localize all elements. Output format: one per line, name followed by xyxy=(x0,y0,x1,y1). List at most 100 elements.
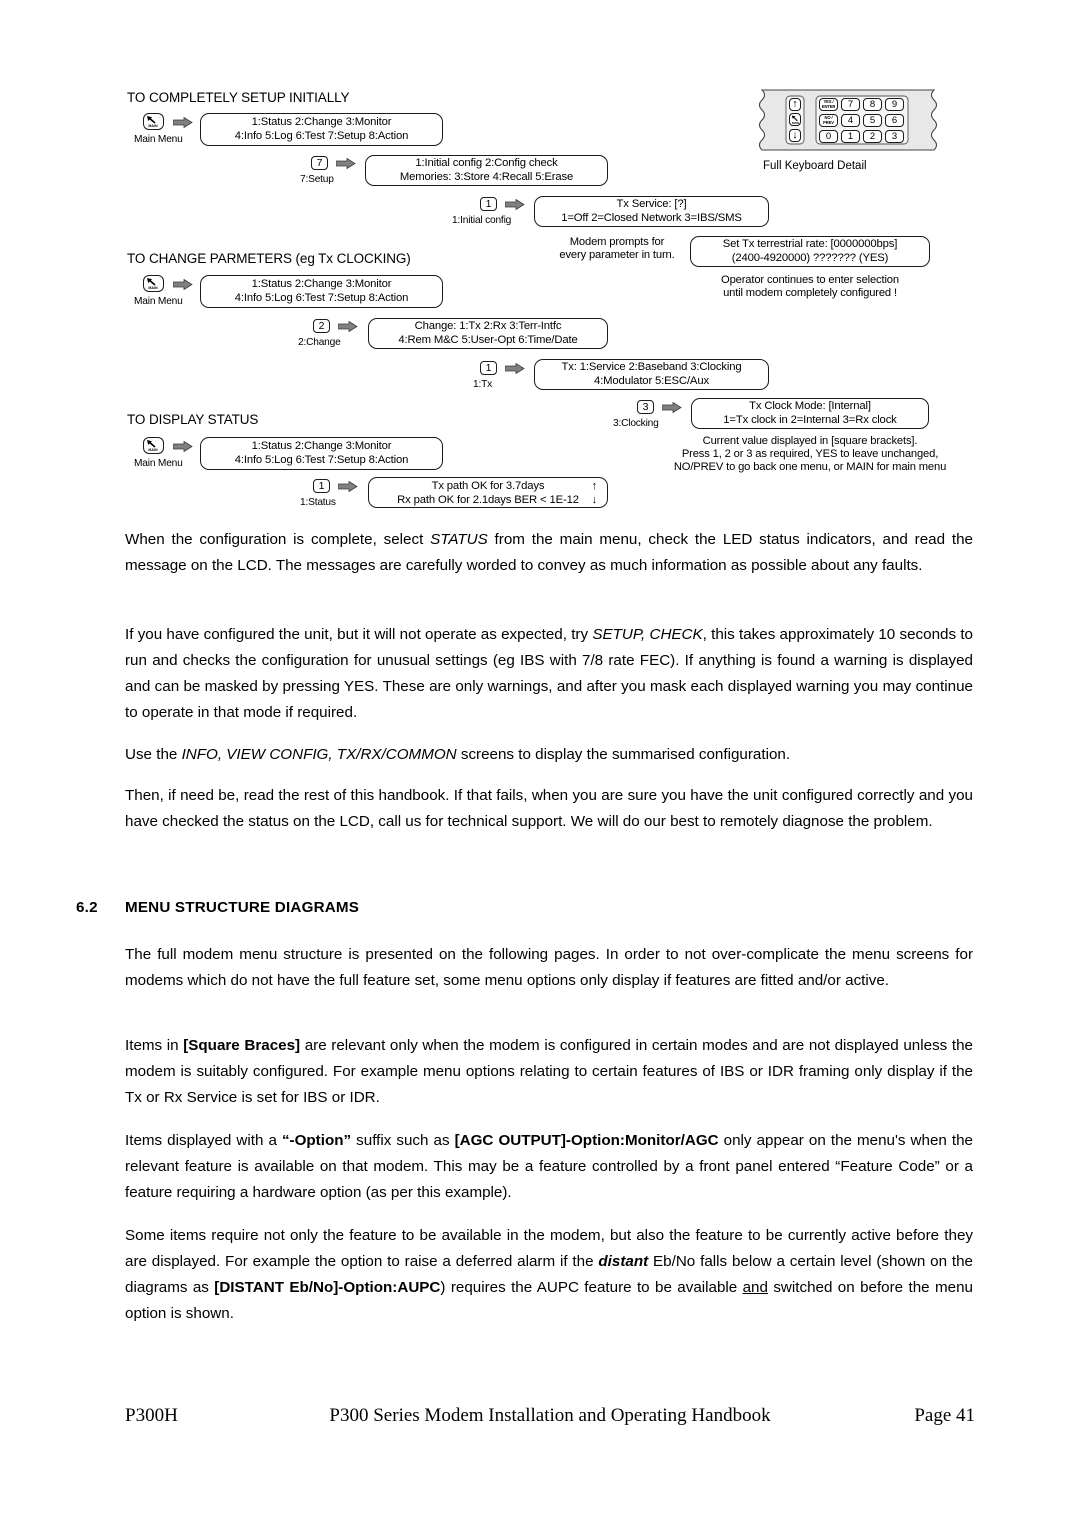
main-menu-key-label: Main Menu xyxy=(134,134,183,145)
keypad-key-1: 1 xyxy=(313,479,330,493)
note-line: until modem completely configured ! xyxy=(723,287,897,300)
diagram-heading-display-status: TO DISPLAY STATUS xyxy=(127,412,259,427)
flow-arrow-icon xyxy=(505,363,525,374)
flow-arrow-icon xyxy=(173,441,193,452)
keyboard-key-3[interactable]: 3 xyxy=(885,130,904,143)
keyboard-key-6[interactable]: 6 xyxy=(885,114,904,127)
lcd-line: Memories: 3:Store 4:Recall 5:Erase xyxy=(399,170,574,183)
lcd-status-box: Tx path OK for 3.7days ↑ Rx path OK for … xyxy=(368,477,608,508)
footer-title: P300 Series Modem Installation and Opera… xyxy=(329,1405,771,1426)
note-line: NO/PREV to go back one menu, or MAIN for… xyxy=(673,461,947,474)
lcd-line: Tx Service: [?] xyxy=(616,198,687,211)
keypad-key-2: 2 xyxy=(313,319,330,333)
note-current-value-help: Current value displayed in [square brack… xyxy=(660,435,960,475)
keyboard-yes-enter-key[interactable]: YES / ENTER xyxy=(819,98,838,111)
paragraph-technical-support: Then, if need be, read the rest of this … xyxy=(125,787,973,830)
scroll-up-icon: ↑ xyxy=(591,480,598,493)
lcd-line: Set Tx terrestrial rate: [0000000bps] xyxy=(722,238,898,251)
paragraph-info-screens: Use the INFO, VIEW CONFIG, TX/RX/COMMON … xyxy=(125,746,791,763)
note-line: Operator continues to enter selection xyxy=(721,274,899,286)
keyboard-detail-caption: Full Keyboard Detail xyxy=(763,160,867,172)
key-label-status: 1:Status xyxy=(300,497,336,508)
keyboard-key-9[interactable]: 9 xyxy=(885,98,904,111)
lcd-change-box: Change: 1:Tx 2:Rx 3:Terr-Intfc 4:Rem M&C… xyxy=(368,318,608,349)
lcd-line: Tx path OK for 3.7days xyxy=(431,480,545,493)
keyboard-up-arrow-key[interactable]: ↑ xyxy=(789,98,801,111)
flow-arrow-icon xyxy=(173,279,193,290)
footer-page-number: Page 41 xyxy=(914,1405,975,1426)
lcd-line: 4:Info 5:Log 6:Test 7:Setup 8:Action xyxy=(234,453,409,466)
full-keyboard-detail: ↑ MAIN ↓ YES / ENTER 7 8 9 NO / PREV 4 5… xyxy=(758,88,958,178)
key-text-line: PREV xyxy=(823,119,834,125)
lcd-line: 1=Off 2=Closed Network 3=IBS/SMS xyxy=(561,211,742,224)
page-footer: P300H P300 Series Modem Installation and… xyxy=(125,1405,975,1433)
lcd-line: 1=Tx clock in 2=Internal 3=Rx clock xyxy=(723,413,897,426)
keyboard-key-8[interactable]: 8 xyxy=(863,98,882,111)
keypad-key-1: 1 xyxy=(480,361,497,375)
svg-text:MAIN: MAIN xyxy=(791,121,798,125)
lcd-line: 4:Modulator 5:ESC/Aux xyxy=(594,374,709,387)
keypad-key-3: 3 xyxy=(637,400,654,414)
note-line: Press 1, 2 or 3 as required, YES to leav… xyxy=(681,448,939,461)
keyboard-key-0[interactable]: 0 xyxy=(819,130,838,143)
key-label-change: 2:Change xyxy=(298,337,341,348)
flow-arrow-icon xyxy=(336,158,356,169)
lcd-line: 1:Initial config 2:Config check xyxy=(415,157,558,170)
key-label-setup: 7:Setup xyxy=(300,174,334,185)
svg-text:MAIN: MAIN xyxy=(148,286,158,290)
flow-arrow-icon xyxy=(338,321,358,332)
lcd-tx-clock-mode-box: Tx Clock Mode: [Internal] 1=Tx clock in … xyxy=(691,398,929,429)
svg-text:MAIN: MAIN xyxy=(148,448,158,452)
keyboard-down-arrow-key[interactable]: ↓ xyxy=(789,129,801,142)
key-label-tx: 1:Tx xyxy=(473,379,493,390)
main-menu-key-label: Main Menu xyxy=(134,458,183,469)
paragraph-feature-active: Some items require not only the feature … xyxy=(125,1227,973,1322)
keyboard-no-prev-key[interactable]: NO / PREV xyxy=(819,114,838,127)
svg-text:MAIN: MAIN xyxy=(148,124,158,128)
keyboard-key-4[interactable]: 4 xyxy=(841,114,860,127)
lcd-line: 4:Rem M&C 5:User-Opt 6:Time/Date xyxy=(398,333,578,346)
paragraph-status-check: When the configuration is complete, sele… xyxy=(125,531,973,574)
note-line: Current value displayed in [square brack… xyxy=(702,435,918,447)
lcd-line: Change: 1:Tx 2:Rx 3:Terr-Intfc xyxy=(414,320,562,333)
keyboard-key-2[interactable]: 2 xyxy=(863,130,882,143)
lcd-line: Rx path OK for 2.1days BER < 1E-12 xyxy=(397,493,579,506)
scroll-down-icon: ↓ xyxy=(591,493,598,506)
lcd-main-menu-box-3: 1:Status 2:Change 3:Monitor 4:Info 5:Log… xyxy=(200,437,443,470)
note-line: Modem prompts for xyxy=(569,236,665,248)
section-number: 6.2 xyxy=(76,899,98,916)
lcd-line: 1:Status 2:Change 3:Monitor xyxy=(251,116,392,129)
keypad-key-1: 1 xyxy=(480,197,497,211)
flow-arrow-icon xyxy=(505,199,525,210)
lcd-line: (2400-4920000) ??????? (YES) xyxy=(731,251,889,264)
keyboard-key-7[interactable]: 7 xyxy=(841,98,860,111)
flow-arrow-icon xyxy=(173,117,193,128)
keyboard-key-1[interactable]: 1 xyxy=(841,130,860,143)
paragraph-option-suffix: Items displayed with a “-Option” suffix … xyxy=(125,1132,973,1201)
lcd-tx-service-box: Tx Service: [?] 1=Off 2=Closed Network 3… xyxy=(534,196,769,227)
keyboard-key-5[interactable]: 5 xyxy=(863,114,882,127)
section-title: MENU STRUCTURE DIAGRAMS xyxy=(125,899,360,916)
lcd-tx-box: Tx: 1:Service 2:Baseband 3:Clocking 4:Mo… xyxy=(534,359,769,390)
keypad-key-7: 7 xyxy=(311,156,328,170)
lcd-line: 4:Info 5:Log 6:Test 7:Setup 8:Action xyxy=(234,129,409,142)
main-menu-key-icon: MAIN xyxy=(143,275,164,292)
lcd-line: Tx: 1:Service 2:Baseband 3:Clocking xyxy=(561,361,742,374)
key-text-line: ENTER xyxy=(821,103,836,109)
lcd-line: 1:Status 2:Change 3:Monitor xyxy=(251,440,392,453)
footer-doc-code: P300H xyxy=(125,1405,178,1426)
lcd-setup-box: 1:Initial config 2:Config check Memories… xyxy=(365,155,608,186)
key-label-clocking: 3:Clocking xyxy=(613,418,659,429)
note-line: every parameter in turn. xyxy=(559,249,675,262)
lcd-main-menu-box-2: 1:Status 2:Change 3:Monitor 4:Info 5:Log… xyxy=(200,275,443,308)
paragraph-setup-check: If you have configured the unit, but it … xyxy=(125,626,973,721)
keyboard-main-key[interactable]: MAIN xyxy=(789,113,801,126)
menu-structure-diagram: TO COMPLETELY SETUP INITIALLY MAIN Main … xyxy=(0,0,1080,515)
note-operator-continues: Operator continues to enter selection un… xyxy=(690,274,930,300)
flow-arrow-icon xyxy=(662,402,682,413)
diagram-heading-change-parameters: TO CHANGE PARMETERS (eg Tx CLOCKING) xyxy=(127,251,411,266)
key-label-initial-config: 1:Initial config xyxy=(452,215,512,226)
paragraph-full-menu-structure: The full modem menu structure is present… xyxy=(125,946,973,989)
lcd-main-menu-box-1: 1:Status 2:Change 3:Monitor 4:Info 5:Log… xyxy=(200,113,443,146)
note-modem-prompts: Modem prompts for every parameter in tur… xyxy=(542,236,692,262)
